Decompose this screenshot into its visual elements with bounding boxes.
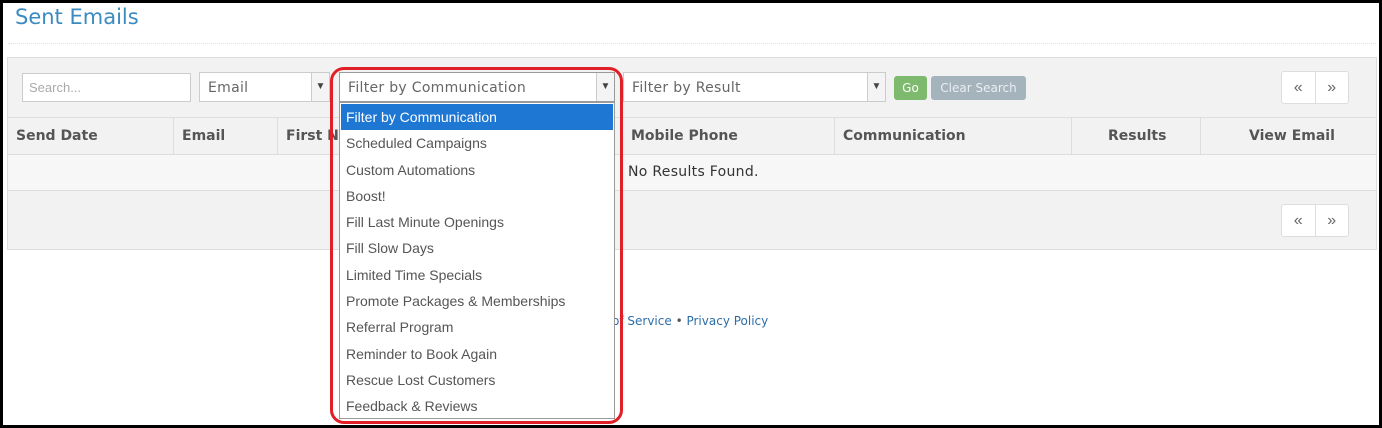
dropdown-option-custom-automations[interactable]: Custom Automations bbox=[340, 157, 614, 183]
terms-of-service-link[interactable]: of Service bbox=[612, 314, 672, 328]
chevron-down-icon: ▼ bbox=[596, 73, 614, 101]
column-header-view-email[interactable]: View Email bbox=[1200, 118, 1376, 154]
dropdown-option-rescue-lost-customers[interactable]: Rescue Lost Customers bbox=[340, 367, 614, 393]
column-header-mobile-phone[interactable]: Mobile Phone bbox=[622, 118, 834, 154]
column-header-communication[interactable]: Communication bbox=[834, 118, 1071, 154]
table-header: Send Date Email First Na Mobile Phone Co… bbox=[8, 117, 1376, 155]
dropdown-option-fill-last-minute-openings[interactable]: Fill Last Minute Openings bbox=[340, 209, 614, 235]
footer-links: of Service • Privacy Policy bbox=[612, 314, 768, 328]
email-select-value: Email bbox=[208, 80, 249, 96]
double-chevron-left-icon[interactable]: « bbox=[1282, 205, 1315, 236]
email-select[interactable]: Email ▼ bbox=[199, 72, 330, 102]
dropdown-option-reminder-to-book-again[interactable]: Reminder to Book Again bbox=[340, 341, 614, 367]
communication-select-value: Filter by Communication bbox=[348, 80, 526, 96]
page-title: Sent Emails bbox=[15, 5, 139, 29]
chevron-down-icon: ▼ bbox=[311, 73, 329, 101]
result-select[interactable]: Filter by Result ▼ bbox=[623, 72, 886, 102]
column-header-send-date[interactable]: Send Date bbox=[8, 118, 173, 154]
footer-separator: • bbox=[675, 314, 683, 328]
privacy-policy-link[interactable]: Privacy Policy bbox=[686, 314, 768, 328]
clear-search-button[interactable]: Clear Search bbox=[931, 76, 1026, 100]
dropdown-option-scheduled-campaigns[interactable]: Scheduled Campaigns bbox=[340, 130, 614, 156]
communication-dropdown-list: Filter by Communication Scheduled Campai… bbox=[339, 102, 615, 419]
communication-select[interactable]: Filter by Communication ▼ bbox=[339, 72, 615, 102]
dropdown-option-feedback-reviews[interactable]: Feedback & Reviews bbox=[340, 393, 614, 419]
column-header-email[interactable]: Email bbox=[173, 118, 277, 154]
empty-results-message: No Results Found. bbox=[628, 164, 759, 180]
result-select-value: Filter by Result bbox=[632, 80, 741, 96]
dropdown-option-promote-packages-memberships[interactable]: Promote Packages & Memberships bbox=[340, 288, 614, 314]
dropdown-option-filter-by-communication[interactable]: Filter by Communication bbox=[341, 104, 613, 131]
pagination-top: « » bbox=[1281, 71, 1349, 104]
go-button[interactable]: Go bbox=[894, 76, 927, 100]
search-input[interactable] bbox=[22, 73, 191, 102]
title-divider bbox=[8, 43, 1376, 44]
dropdown-option-fill-slow-days[interactable]: Fill Slow Days bbox=[340, 235, 614, 261]
pagination-bottom: « » bbox=[1281, 204, 1349, 237]
chevron-down-icon: ▼ bbox=[867, 73, 885, 101]
dropdown-option-boost[interactable]: Boost! bbox=[340, 183, 614, 209]
double-chevron-right-icon[interactable]: » bbox=[1314, 205, 1349, 236]
double-chevron-right-icon[interactable]: » bbox=[1314, 72, 1349, 103]
dropdown-option-referral-program[interactable]: Referral Program bbox=[340, 314, 614, 340]
dropdown-option-limited-time-specials[interactable]: Limited Time Specials bbox=[340, 262, 614, 288]
column-header-results[interactable]: Results bbox=[1071, 118, 1200, 154]
double-chevron-left-icon[interactable]: « bbox=[1282, 72, 1315, 103]
